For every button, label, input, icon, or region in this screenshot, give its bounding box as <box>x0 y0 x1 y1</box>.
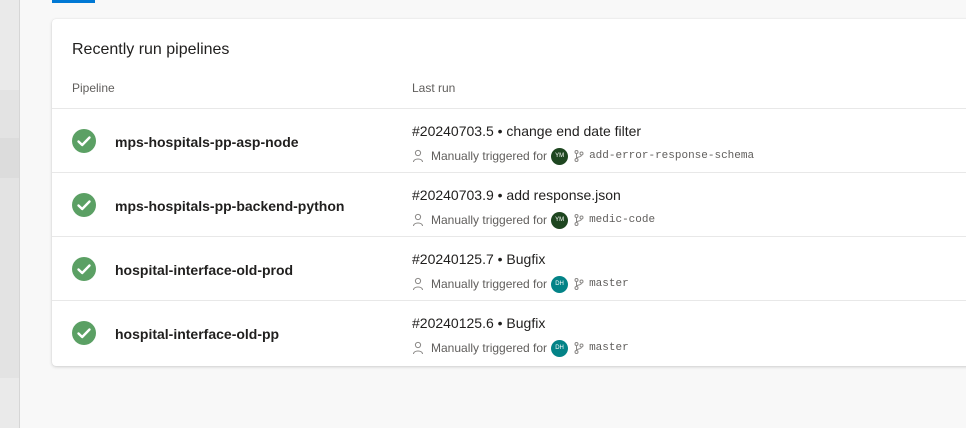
card-title: Recently run pipelines <box>72 41 230 58</box>
branch-name[interactable]: master <box>589 342 629 354</box>
pipeline-name-link[interactable]: mps-hospitals-pp-asp-node <box>115 134 299 150</box>
person-icon <box>413 341 423 355</box>
person-icon <box>413 149 423 163</box>
branch-name[interactable]: medic-code <box>589 214 655 226</box>
rail-item[interactable] <box>0 178 19 378</box>
run-title-link[interactable]: #20240703.9 • add response.json <box>412 187 621 203</box>
check-circle-icon <box>72 257 96 281</box>
trigger-text: Manually triggered for <box>431 277 548 291</box>
run-details: Manually triggered for YM add-error-resp… <box>412 147 754 165</box>
check-circle-icon <box>72 129 96 153</box>
avatar[interactable]: YM <box>551 147 569 165</box>
git-branch-icon <box>574 150 584 162</box>
rail-item[interactable] <box>0 90 19 138</box>
run-details: Manually triggered for DH master <box>412 275 629 293</box>
trigger-text: Manually triggered for <box>431 341 548 355</box>
active-tab-indicator <box>52 0 95 3</box>
branch-name[interactable]: master <box>589 278 629 290</box>
run-title-link[interactable]: #20240125.6 • Bugfix <box>412 315 545 331</box>
avatar[interactable]: YM <box>551 211 569 229</box>
run-details: Manually triggered for DH master <box>412 339 629 357</box>
run-title-link[interactable]: #20240125.7 • Bugfix <box>412 251 545 267</box>
pipeline-row[interactable]: mps-hospitals-pp-asp-node #20240703.5 • … <box>52 109 966 173</box>
pipeline-name-link[interactable]: mps-hospitals-pp-backend-python <box>115 198 344 214</box>
recent-pipelines-card: Recently run pipelines Pipeline Last run… <box>52 19 966 366</box>
column-header-pipeline: Pipeline <box>72 81 115 95</box>
avatar[interactable]: DH <box>551 339 569 357</box>
column-header-last-run: Last run <box>412 81 456 95</box>
pipeline-row[interactable]: hospital-interface-old-prod #20240125.7 … <box>52 237 966 301</box>
check-circle-icon <box>72 193 96 217</box>
person-icon <box>413 213 423 227</box>
check-circle-icon <box>72 321 96 345</box>
avatar[interactable]: DH <box>551 275 569 293</box>
rail-item-selected[interactable] <box>0 138 19 178</box>
trigger-text: Manually triggered for <box>431 213 548 227</box>
pipeline-row[interactable]: hospital-interface-old-pp #20240125.6 • … <box>52 301 966 364</box>
pipeline-row[interactable]: mps-hospitals-pp-backend-python #2024070… <box>52 173 966 237</box>
git-branch-icon <box>574 278 584 290</box>
run-details: Manually triggered for YM medic-code <box>412 211 655 229</box>
person-icon <box>413 277 423 291</box>
trigger-text: Manually triggered for <box>431 149 548 163</box>
pipeline-list: mps-hospitals-pp-asp-node #20240703.5 • … <box>52 109 966 364</box>
git-branch-icon <box>574 214 584 226</box>
pipeline-name-link[interactable]: hospital-interface-old-prod <box>115 262 293 278</box>
left-navigation-rail <box>0 0 20 428</box>
git-branch-icon <box>574 342 584 354</box>
run-title-link[interactable]: #20240703.5 • change end date filter <box>412 123 641 139</box>
branch-name[interactable]: add-error-response-schema <box>589 150 754 162</box>
pipeline-name-link[interactable]: hospital-interface-old-pp <box>115 326 279 342</box>
